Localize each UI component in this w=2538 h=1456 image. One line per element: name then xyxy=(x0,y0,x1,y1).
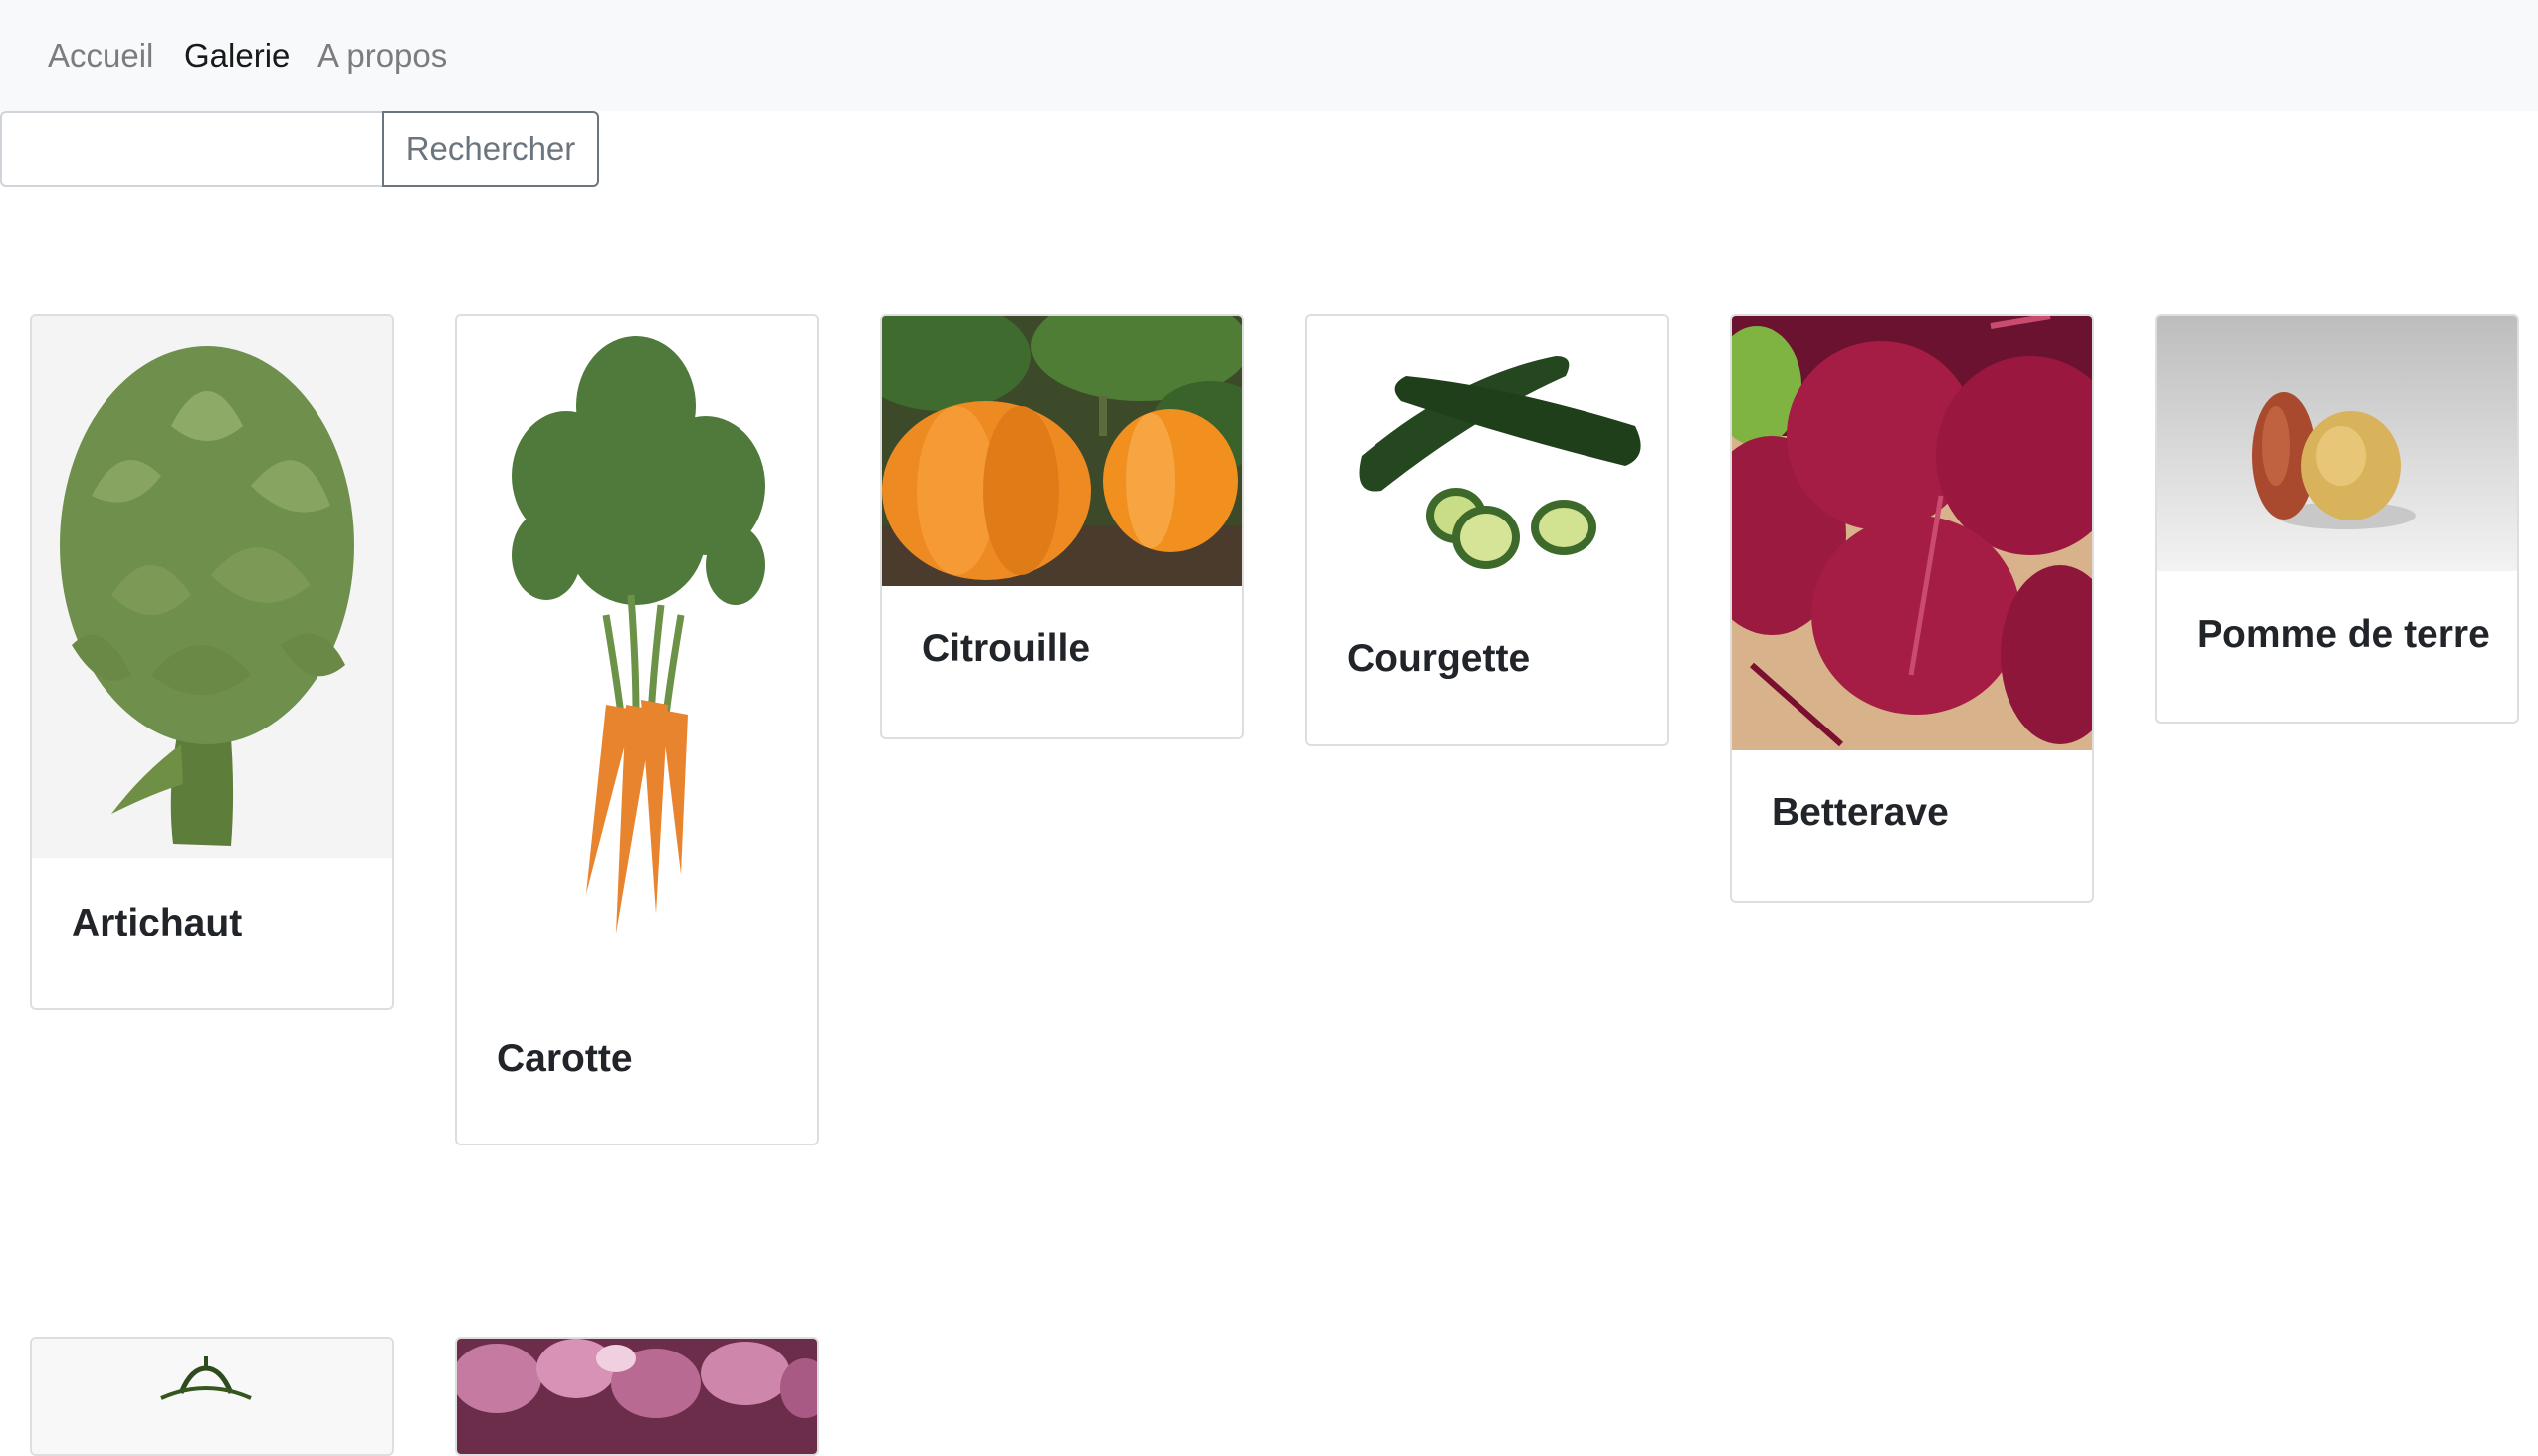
zucchini-image xyxy=(1307,316,1667,585)
nav-link-accueil[interactable]: Accueil xyxy=(48,34,153,78)
vegetable-card-courgette[interactable]: Courgette xyxy=(1305,314,1669,746)
vegetable-card-artichaut[interactable]: Artichaut xyxy=(30,314,394,1010)
navbar: Accueil Galerie A propos xyxy=(0,0,2538,111)
nav-link-galerie[interactable]: Galerie xyxy=(184,34,290,78)
card-title: Courgette xyxy=(1347,637,1531,680)
card-title: Pomme de terre xyxy=(2197,613,2490,656)
card-title: Betterave xyxy=(1772,791,1949,834)
card-title: Artichaut xyxy=(72,902,243,944)
nav-link-a-propos[interactable]: A propos xyxy=(317,34,447,78)
card-title: Citrouille xyxy=(922,627,1091,670)
vegetable-card-navet[interactable] xyxy=(455,1337,819,1456)
carrot-image xyxy=(457,316,817,998)
artichoke-image xyxy=(32,316,392,858)
vegetable-card-pomme-de-terre[interactable]: Pomme de terre xyxy=(2155,314,2519,724)
pumpkin-image xyxy=(882,316,1242,586)
vegetable-card-citrouille[interactable]: Citrouille xyxy=(880,314,1244,739)
beetroot-image xyxy=(1732,316,2092,750)
turnip-image xyxy=(457,1339,817,1454)
vegetable-card-tomate[interactable] xyxy=(30,1337,394,1456)
vegetable-card-betterave[interactable]: Betterave xyxy=(1730,314,2094,903)
search-button[interactable]: Rechercher xyxy=(382,111,599,187)
card-title: Carotte xyxy=(497,1037,633,1080)
search-input[interactable] xyxy=(0,111,382,187)
tomato-plant-image xyxy=(32,1339,392,1454)
potato-image xyxy=(2157,316,2517,571)
vegetable-card-carotte[interactable]: Carotte xyxy=(455,314,819,1145)
